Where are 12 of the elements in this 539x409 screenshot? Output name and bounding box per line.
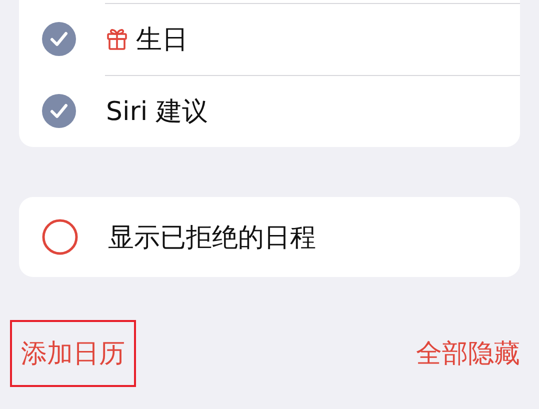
calendar-row[interactable]: Siri 建议	[19, 75, 520, 147]
checkbox-checked-icon[interactable]	[42, 94, 76, 128]
gift-icon	[106, 27, 128, 51]
checkbox-empty-icon[interactable]	[42, 219, 78, 255]
checkbox-checked-icon[interactable]	[42, 22, 76, 56]
calendar-row[interactable]: 生日	[19, 3, 520, 75]
declined-label: 显示已拒绝的日程	[108, 222, 316, 254]
hide-all-link[interactable]: 全部隐藏	[416, 320, 520, 387]
calendar-name: 生日	[136, 24, 188, 56]
add-calendar-link[interactable]: 添加日历	[10, 320, 136, 387]
calendar-name: Siri 建议	[106, 96, 208, 128]
declined-row[interactable]: 显示已拒绝的日程	[19, 197, 520, 277]
